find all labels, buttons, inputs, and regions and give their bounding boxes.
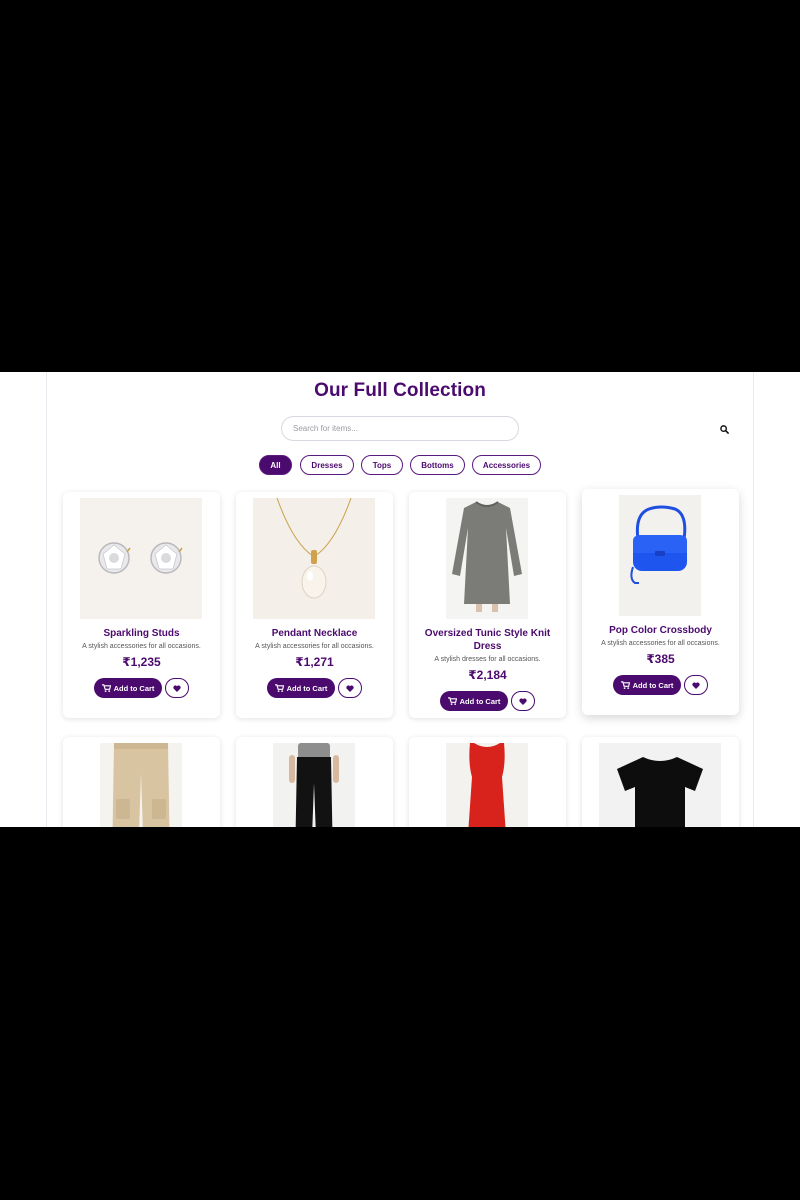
- collection-page: Our Full Collection All Dresses Tops Bot…: [0, 372, 800, 827]
- filter-accessories[interactable]: Accessories: [472, 455, 541, 475]
- heart-icon: [692, 682, 700, 689]
- add-to-cart-label: Add to Cart: [459, 696, 501, 706]
- product-image[interactable]: [80, 498, 202, 619]
- add-to-cart-button[interactable]: Add to Cart: [94, 678, 162, 698]
- wishlist-button[interactable]: [684, 675, 708, 695]
- add-to-cart-label: Add to Cart: [632, 680, 674, 690]
- category-filters: All Dresses Tops Bottoms Accessories: [0, 455, 800, 476]
- search-input[interactable]: [281, 416, 519, 441]
- cart-icon: [447, 697, 457, 705]
- page-edge: [46, 372, 47, 827]
- heart-icon: [173, 685, 181, 692]
- heart-icon: [519, 698, 527, 705]
- cart-icon: [274, 684, 284, 692]
- product-name[interactable]: Pendant Necklace: [242, 627, 387, 640]
- wishlist-button[interactable]: [165, 678, 189, 698]
- add-to-cart-button[interactable]: Add to Cart: [267, 678, 335, 698]
- product-price: ₹2,184: [468, 668, 507, 682]
- product-card[interactable]: [63, 737, 220, 827]
- filter-bottoms[interactable]: Bottoms: [410, 455, 465, 475]
- product-card[interactable]: Pendant Necklace A stylish accessories f…: [236, 492, 393, 718]
- add-to-cart-button[interactable]: Add to Cart: [613, 675, 681, 695]
- filter-dresses[interactable]: Dresses: [300, 455, 354, 475]
- product-name[interactable]: Oversized Tunic Style Knit Dress: [415, 627, 560, 653]
- product-price: ₹1,235: [122, 655, 161, 669]
- wishlist-button[interactable]: [511, 691, 535, 711]
- product-description: A stylish dresses for all occasions.: [434, 656, 541, 663]
- add-to-cart-label: Add to Cart: [113, 683, 155, 693]
- page-edge: [753, 372, 754, 827]
- product-image[interactable]: [599, 495, 721, 616]
- product-name[interactable]: Sparkling Studs: [69, 627, 214, 640]
- product-card[interactable]: [236, 737, 393, 827]
- product-description: A stylish accessories for all occasions.: [255, 643, 374, 650]
- add-to-cart-button[interactable]: Add to Cart: [440, 691, 508, 711]
- product-name[interactable]: Pop Color Crossbody: [588, 624, 733, 637]
- filter-tops[interactable]: Tops: [361, 455, 403, 475]
- product-description: A stylish accessories for all occasions.: [601, 640, 720, 647]
- product-image[interactable]: [446, 743, 528, 827]
- product-image[interactable]: [100, 743, 182, 827]
- product-image[interactable]: [599, 743, 721, 827]
- product-price: ₹385: [646, 652, 675, 666]
- product-description: A stylish accessories for all occasions.: [82, 643, 201, 650]
- product-image[interactable]: [273, 743, 355, 827]
- page-title: Our Full Collection: [314, 380, 486, 401]
- product-card[interactable]: Oversized Tunic Style Knit Dress A styli…: [409, 492, 566, 718]
- search-icon: [719, 424, 729, 434]
- product-image[interactable]: [253, 498, 375, 619]
- product-card[interactable]: Pop Color Crossbody A stylish accessorie…: [582, 489, 739, 715]
- heart-icon: [346, 685, 354, 692]
- filter-all[interactable]: All: [259, 455, 292, 475]
- product-card[interactable]: [582, 737, 739, 827]
- add-to-cart-label: Add to Cart: [286, 683, 328, 693]
- cart-icon: [101, 684, 111, 692]
- product-image[interactable]: [426, 498, 548, 619]
- wishlist-button[interactable]: [338, 678, 362, 698]
- product-card[interactable]: [409, 737, 566, 827]
- cart-icon: [620, 681, 630, 689]
- product-card[interactable]: Sparkling Studs A stylish accessories fo…: [63, 492, 220, 718]
- product-price: ₹1,271: [295, 655, 334, 669]
- search-button[interactable]: [716, 422, 732, 436]
